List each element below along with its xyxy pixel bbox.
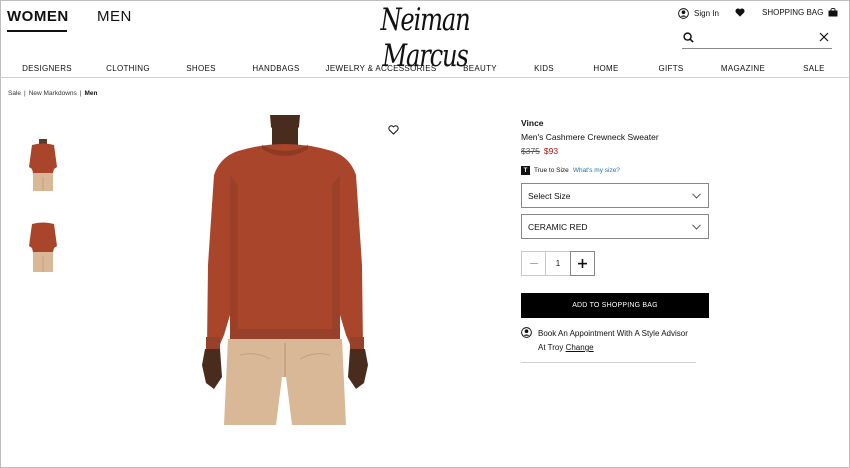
main-nav: DESIGNERS CLOTHING SHOES HANDBAGS JEWELR… xyxy=(0,60,850,78)
breadcrumb-current: Men xyxy=(84,90,98,97)
whats-my-size-link[interactable]: What's my size? xyxy=(573,167,620,174)
sign-in-label: Sign In xyxy=(694,9,719,18)
appointment-text: Book An Appointment With A Style Advisor… xyxy=(538,329,688,352)
nav-item-handbags[interactable]: HANDBAGS xyxy=(252,64,299,73)
add-to-bag-button[interactable]: ADD TO SHOPPING BAG xyxy=(521,293,709,318)
fit-info: T True to Size What's my size? xyxy=(521,166,620,175)
men-tab[interactable]: MEN xyxy=(97,8,132,25)
nav-item-jewelry-accessories[interactable]: JEWELRY & ACCESSORIES xyxy=(326,64,437,73)
nav-item-home[interactable]: HOME xyxy=(593,64,618,73)
nav-item-sale[interactable]: SALE xyxy=(803,64,825,73)
product-brand[interactable]: Vince xyxy=(521,118,544,128)
wishlist-product-button[interactable] xyxy=(388,122,399,140)
nav-item-magazine[interactable]: MAGAZINE xyxy=(721,64,765,73)
shopping-bag-icon xyxy=(828,8,838,17)
sweater-photo xyxy=(202,115,368,425)
change-store-link[interactable]: Change xyxy=(566,343,594,352)
divider xyxy=(521,362,696,363)
nav-item-beauty[interactable]: BEAUTY xyxy=(463,64,497,73)
breadcrumb-separator: | xyxy=(79,90,82,97)
price-block: $375 $93 xyxy=(521,146,558,156)
quantity-input[interactable]: 1 xyxy=(546,251,570,276)
product-main-image[interactable] xyxy=(200,115,400,425)
breadcrumb-sale[interactable]: Sale xyxy=(8,90,21,97)
quantity-stepper: 1 xyxy=(521,251,595,276)
close-icon[interactable] xyxy=(819,32,829,42)
women-tab[interactable]: WOMEN xyxy=(7,8,69,25)
active-tab-underline xyxy=(7,30,67,32)
fit-label: True to Size xyxy=(534,167,569,174)
breadcrumb: Sale | New Markdowns | Men xyxy=(8,90,97,97)
breadcrumb-new-markdowns[interactable]: New Markdowns xyxy=(29,90,77,97)
shopping-bag-label: SHOPPING BAG xyxy=(762,8,824,17)
product-name: Men's Cashmere Crewneck Sweater xyxy=(521,132,659,142)
size-select[interactable]: Select Size xyxy=(521,183,709,208)
quantity-increase-button[interactable] xyxy=(570,251,595,276)
plus-icon xyxy=(578,259,587,268)
nav-item-gifts[interactable]: GIFTS xyxy=(658,64,683,73)
sale-price: $93 xyxy=(543,146,559,156)
search-bar[interactable] xyxy=(682,30,832,49)
wishlist-header-button[interactable] xyxy=(735,8,745,17)
sign-in-link[interactable]: Sign In xyxy=(678,8,719,19)
nav-item-clothing[interactable]: CLOTHING xyxy=(106,64,150,73)
shopping-bag-link[interactable]: SHOPPING BAG xyxy=(762,8,838,17)
heart-outline-icon xyxy=(388,125,399,135)
nav-item-designers[interactable]: DESIGNERS xyxy=(22,64,72,73)
user-circle-icon xyxy=(678,8,689,19)
color-select[interactable]: CERAMIC RED xyxy=(521,214,709,239)
chevron-down-icon xyxy=(692,224,701,230)
color-select-value: CERAMIC RED xyxy=(528,222,588,232)
thumbnail-front-image xyxy=(29,139,57,191)
quantity-decrease-button[interactable] xyxy=(521,251,546,276)
size-select-value: Select Size xyxy=(528,191,571,201)
chevron-down-icon xyxy=(692,193,701,199)
breadcrumb-separator: | xyxy=(24,90,26,97)
search-icon[interactable] xyxy=(683,32,694,43)
thumbnail-back-image xyxy=(29,222,57,272)
minus-icon xyxy=(529,262,538,264)
person-icon xyxy=(521,327,532,338)
fit-badge-icon: T xyxy=(521,166,530,175)
heart-icon xyxy=(735,8,745,17)
product-thumbnail-front[interactable] xyxy=(27,139,59,193)
original-price: $375 xyxy=(521,146,540,156)
style-advisor-appointment: Book An Appointment With A Style Advisor… xyxy=(521,327,696,355)
nav-item-shoes[interactable]: SHOES xyxy=(186,64,216,73)
product-thumbnail-back[interactable] xyxy=(27,220,59,274)
nav-item-kids[interactable]: KIDS xyxy=(534,64,554,73)
